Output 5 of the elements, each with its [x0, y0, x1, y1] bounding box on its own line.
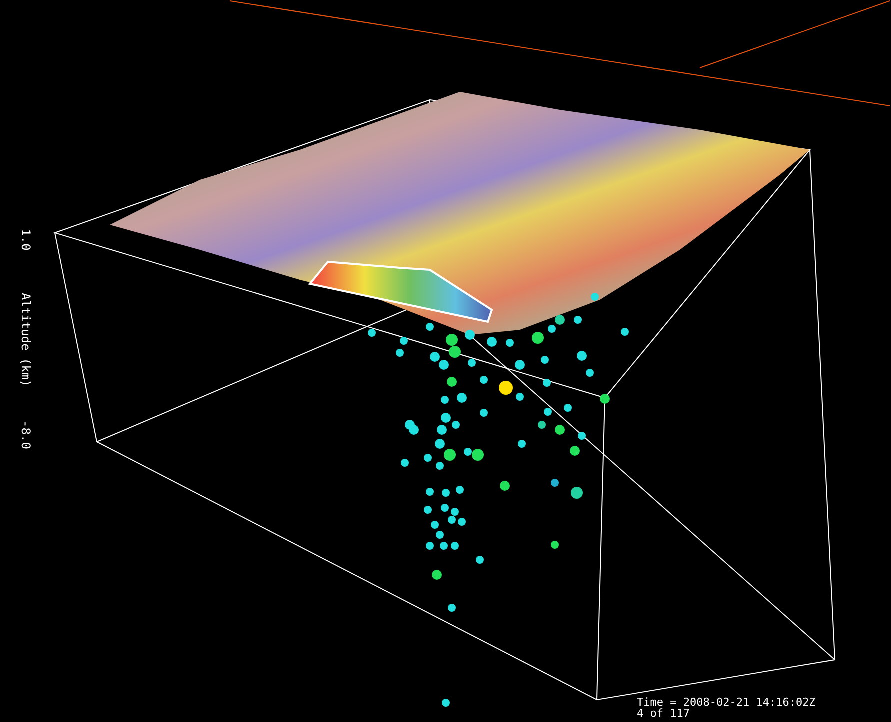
axis-tick-label: 1.0	[19, 229, 33, 251]
axis-tick-label: -8.0	[19, 420, 33, 450]
frame-counter: 4 of 117	[637, 708, 691, 719]
time-label: Time = 2008-02-21 14:16:02Z	[637, 697, 816, 708]
axis-title: Altitude (km)	[19, 293, 33, 387]
